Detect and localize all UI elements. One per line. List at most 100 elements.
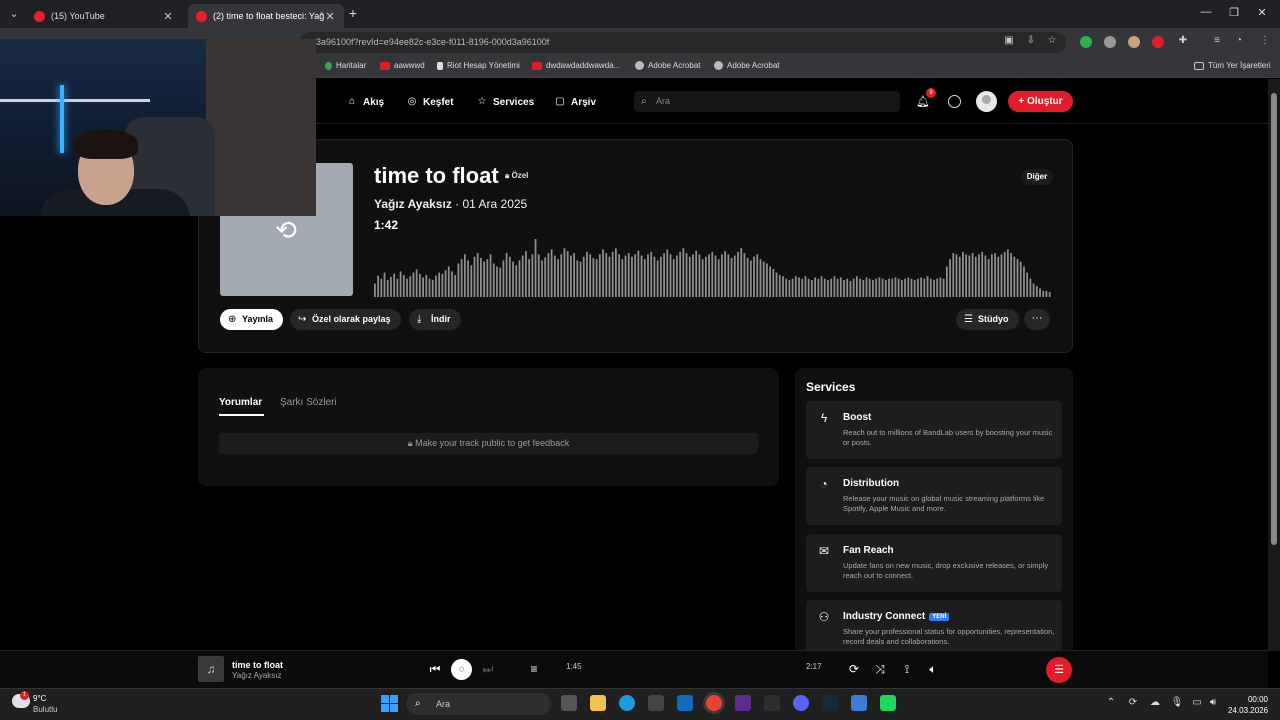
repeat-icon[interactable]: ⟳ [846, 661, 862, 677]
more-options-icon[interactable]: ··· [1024, 309, 1050, 330]
profile-icon[interactable]: ◔ [1232, 34, 1246, 48]
tab-bandlab[interactable]: (2) time to float besteci: Yağız A ✕ [188, 4, 344, 28]
extension-cookie-icon[interactable] [1128, 36, 1140, 48]
extension-red-icon[interactable] [1152, 36, 1164, 48]
waveform-bar [737, 251, 739, 297]
extensions-puzzle-icon[interactable]: ✚ [1176, 34, 1190, 48]
waveform-bar [936, 278, 939, 297]
play-loading-button[interactable]: ◌ [451, 659, 472, 680]
waveform-bar [775, 272, 778, 297]
taskbar-search-input[interactable]: ⌕ Ara [406, 693, 551, 715]
chrome-icon[interactable] [706, 695, 722, 711]
waveform-bar [557, 259, 559, 297]
nav-explore[interactable]: ◎ Keşfet [406, 96, 454, 108]
steam-icon[interactable] [822, 695, 838, 711]
install-icon[interactable]: ⇩ [1024, 34, 1038, 48]
waveform-bar [586, 251, 588, 297]
waveform-bar [717, 259, 720, 297]
task-view-icon[interactable] [561, 695, 577, 711]
microphone-icon[interactable]: 🎙︎ [1170, 697, 1184, 708]
service-distribution[interactable]: ◔ Distribution Release your music on glo… [806, 467, 1062, 525]
edge-icon[interactable] [619, 695, 635, 711]
file-explorer-icon[interactable] [590, 695, 606, 711]
waveform-bar [1013, 256, 1016, 297]
artist-link[interactable]: Yağız Ayaksız [374, 197, 452, 211]
waveform[interactable] [374, 236, 1052, 297]
bandlab-app-icon[interactable] [880, 695, 896, 711]
speaker-icon[interactable]: 🔊︎ [1206, 697, 1220, 708]
minimize-icon[interactable]: — [1198, 6, 1214, 18]
tray-sync-icon[interactable]: ⟳ [1126, 697, 1140, 708]
restore-icon[interactable]: ❐ [1226, 6, 1242, 19]
weather-temp[interactable]: 9°C [33, 694, 46, 703]
translate-icon[interactable]: ▣ [1002, 34, 1016, 48]
tray-cloud-icon[interactable]: ☁ [1148, 697, 1162, 708]
browser-menu-icon[interactable]: ⋮ [1258, 34, 1272, 48]
cast-icon[interactable]: ⟟ [899, 661, 915, 677]
service-boost[interactable]: ϟ Boost Reach out to millions of BandLab… [806, 401, 1062, 459]
create-button[interactable]: + Oluştur [1008, 91, 1073, 112]
waveform-bar [483, 261, 486, 297]
tab-close-icon[interactable]: ✕ [162, 10, 174, 23]
discord-icon[interactable] [793, 695, 809, 711]
next-icon[interactable]: ⏭ [480, 661, 496, 677]
bell-icon[interactable]: 🔔︎ [916, 96, 930, 108]
tab-lyrics[interactable]: Şarkı Sözleri [280, 397, 337, 408]
bookmark-item[interactable]: Riot Hesap Yönetimi [437, 61, 520, 70]
bookmark-item[interactable]: Adobe Acrobat [714, 61, 779, 70]
weather-status[interactable]: Bulutlu [33, 705, 57, 714]
all-bookmarks[interactable]: Tüm Yer İşaretleri [1194, 61, 1271, 70]
shuffle-icon[interactable]: ⤨ [872, 661, 888, 677]
outlook-icon[interactable] [677, 695, 693, 711]
tray-overflow-icon[interactable]: ⌃ [1104, 697, 1118, 708]
nav-services[interactable]: ☆ Services [476, 96, 535, 108]
store-icon[interactable] [648, 695, 664, 711]
address-bar[interactable]: 3a96100f?revId=e94ee82c-e3ce-f011-8196-0… [300, 32, 1066, 53]
taskbar-clock[interactable]: 00:00 24.03.2026 [1228, 694, 1268, 716]
service-fan-reach[interactable]: ✉ Fan Reach Update fans on new music, dr… [806, 534, 1062, 592]
publish-button[interactable]: ⊕ Yayınla [220, 309, 284, 330]
windows-start-icon[interactable] [381, 695, 398, 712]
site-search-input[interactable]: ⌕ Ara [634, 91, 900, 112]
studio-button[interactable]: ☰ Stüdyo [956, 309, 1019, 330]
player-track-artist[interactable]: Yağız Ayaksız [232, 671, 282, 680]
scrollbar-thumb[interactable] [1271, 93, 1277, 545]
monitor-icon[interactable]: ▭ [1190, 697, 1204, 708]
chat-icon[interactable] [948, 95, 961, 108]
nav-archive[interactable]: ▢ Arşiv [554, 96, 596, 108]
nav-feed[interactable]: ⌂ Akış [346, 96, 384, 108]
queue-icon[interactable]: ≡ [526, 661, 542, 677]
avatar[interactable] [976, 91, 997, 112]
previous-icon[interactable]: ⏮ [427, 661, 443, 677]
waveform-bar [1042, 290, 1045, 297]
volume-icon[interactable]: 🔈︎ [925, 661, 941, 677]
waveform-bar [515, 265, 518, 297]
queue-menu-button[interactable]: ☰ [1046, 657, 1072, 683]
window-close-icon[interactable]: ✕ [1254, 6, 1270, 19]
bookmark-item[interactable]: Adobe Acrobat [635, 61, 700, 70]
service-industry-connect[interactable]: ⚇ Industry Connect YENİ Share your profes… [806, 600, 1062, 650]
new-tab-icon[interactable]: + [346, 6, 360, 20]
pen-app-icon[interactable] [764, 695, 780, 711]
tab-close-icon[interactable]: ✕ [324, 10, 336, 23]
settings-app-icon[interactable] [851, 695, 867, 711]
player-track-title[interactable]: time to float [232, 660, 283, 670]
youtube-icon [380, 61, 390, 70]
share-private-button[interactable]: ↪ Özel olarak paylaş [290, 309, 401, 330]
tab-youtube[interactable]: (15) YouTube ✕ [26, 4, 182, 28]
extension-gray-icon[interactable] [1104, 36, 1116, 48]
bookmark-item[interactable]: dwdawdaddwawda... [532, 61, 620, 70]
bookmark-item[interactable]: aawwwd [380, 61, 425, 70]
visual-studio-icon[interactable] [735, 695, 751, 711]
download-button[interactable]: ⤓ İndir [409, 309, 461, 330]
reading-list-icon[interactable]: ≡ [1210, 34, 1224, 48]
bookmark-star-icon[interactable]: ☆ [1045, 34, 1059, 48]
waveform-bar [386, 279, 389, 297]
tab-comments[interactable]: Yorumlar [219, 397, 262, 408]
bookmark-item[interactable]: Haritalar [325, 61, 366, 70]
waveform-bar [955, 254, 958, 297]
tab-search-dropdown-icon[interactable]: ⌄ [6, 6, 22, 22]
waveform-bar [817, 278, 820, 297]
more-button[interactable]: Diğer [1021, 169, 1053, 185]
extension-green-icon[interactable] [1080, 36, 1092, 48]
